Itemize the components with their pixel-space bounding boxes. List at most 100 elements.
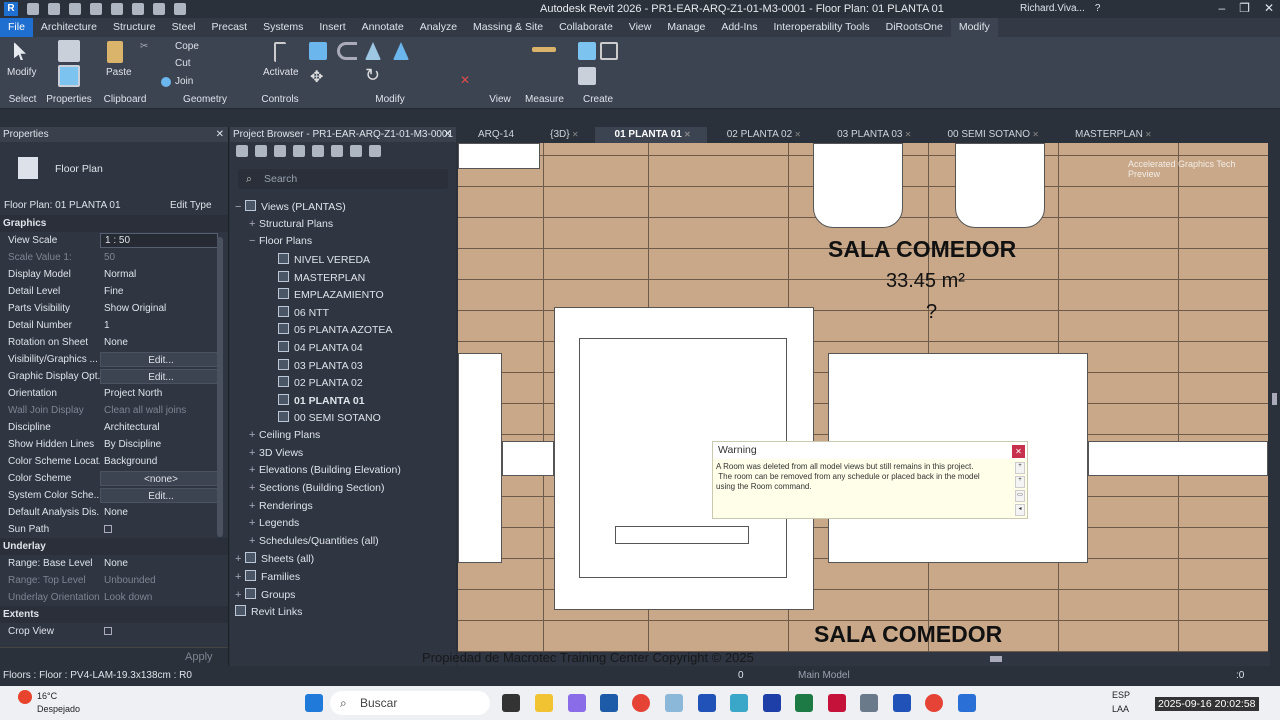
acrobat-icon[interactable] (828, 694, 846, 712)
tab-annotate[interactable]: Annotate (354, 18, 412, 37)
close-browser-icon[interactable]: ✕ (444, 127, 452, 142)
expand-icon[interactable]: + (249, 464, 259, 476)
zoom-fit-icon[interactable] (255, 145, 267, 157)
tree-plan-item[interactable]: 01 PLANTA 01 (278, 393, 365, 407)
property-value[interactable]: Unbounded (100, 572, 228, 589)
clock[interactable]: 2025-09-16 20:02:58 (1155, 697, 1259, 711)
expand-icon[interactable]: + (249, 482, 259, 494)
property-value[interactable]: None (100, 504, 228, 521)
offset-icon[interactable] (337, 42, 357, 60)
list-icon[interactable] (312, 145, 324, 157)
schedule-icon[interactable] (293, 145, 305, 157)
tree-plan-item[interactable]: NIVEL VEREDA (278, 253, 370, 266)
sheet-icon[interactable] (274, 145, 286, 157)
tab-interoperability-tools[interactable]: Interoperability Tools (766, 18, 878, 37)
tree-plan-item[interactable]: 06 NTT (278, 305, 329, 319)
tree-category-item[interactable]: + Schedules/Quantities (all) (249, 535, 379, 547)
property-value[interactable]: By Discipline (100, 436, 228, 453)
property-value[interactable]: Edit... (100, 352, 218, 367)
close-tab-icon[interactable]: ✕ (1143, 130, 1152, 139)
tab-add-ins[interactable]: Add-Ins (713, 18, 765, 37)
language-indicator[interactable]: ESP (1112, 690, 1130, 700)
edit-type-button[interactable]: Edit Type (170, 196, 212, 215)
tab-massing-site[interactable]: Massing & Site (465, 18, 551, 37)
modify-button[interactable]: Modify (7, 67, 36, 78)
measure-icon[interactable] (532, 47, 556, 52)
revit-taskbar-icon[interactable] (698, 694, 716, 712)
close-tab-icon[interactable]: ✕ (792, 130, 801, 139)
apply-button[interactable]: Apply (185, 651, 213, 663)
mirror-draw-icon[interactable] (393, 42, 409, 60)
activate-icon[interactable] (274, 42, 286, 62)
expand-icon[interactable]: + (249, 517, 259, 529)
expand-icon[interactable]: + (235, 553, 245, 565)
close-properties-icon[interactable]: ✕ (216, 127, 224, 142)
room-name-tag[interactable]: SALA COMEDOR (828, 236, 1016, 263)
tab-analyze[interactable]: Analyze (412, 18, 465, 37)
store-icon[interactable] (600, 694, 618, 712)
tree-category-item[interactable]: +3D Views (249, 447, 303, 459)
tree-plan-item[interactable]: MASTERPLAN (278, 270, 365, 284)
property-value[interactable]: 1 (100, 317, 228, 334)
properties-icon[interactable] (58, 65, 80, 87)
property-value[interactable] (100, 623, 228, 640)
tab-insert[interactable]: Insert (311, 18, 353, 37)
properties-scrollbar[interactable] (217, 237, 223, 537)
view-icon[interactable] (350, 145, 362, 157)
tree-plan-item[interactable]: 03 PLANTA 03 (278, 358, 363, 372)
view-tab[interactable]: 03 PLANTA 03 ✕ (817, 127, 927, 143)
tree-structural-plans[interactable]: + Structural Plans (249, 218, 333, 230)
taskbar-search[interactable]: ⌕ Buscar (330, 691, 490, 715)
user-account[interactable]: Richard.Viva... (1020, 3, 1085, 14)
property-value[interactable]: 50 (100, 249, 228, 266)
checkbox[interactable] (104, 525, 112, 533)
tab-steel[interactable]: Steel (164, 18, 204, 37)
tab-architecture[interactable]: Architecture (33, 18, 105, 37)
tab-file[interactable]: File (0, 18, 33, 37)
join-button[interactable]: Join (175, 76, 193, 87)
copilot-icon[interactable] (568, 694, 586, 712)
redo-icon[interactable] (90, 3, 102, 15)
explorer-icon[interactable] (535, 694, 553, 712)
section-graphics[interactable]: Graphics (0, 215, 228, 232)
tree-category-item[interactable]: + Groups (235, 588, 295, 601)
room-area-tag[interactable]: 33.45 m² (886, 270, 965, 293)
property-value[interactable]: Normal (100, 266, 228, 283)
expand-icon[interactable]: + (235, 571, 245, 583)
next-icon[interactable]: + (1015, 476, 1025, 488)
view-tab[interactable]: MASTERPLAN ✕ (1055, 127, 1168, 143)
paste-button[interactable]: Paste (106, 67, 132, 78)
view-tab[interactable]: 02 PLANTA 02 ✕ (707, 127, 817, 143)
create-group-icon[interactable] (578, 42, 596, 60)
drawing-canvas[interactable]: SALA COMEDOR 33.45 m² ? Accelerated Grap… (458, 143, 1268, 652)
keyboard-layout[interactable]: LAA (1112, 704, 1129, 714)
help-icon[interactable]: ? (1095, 3, 1101, 14)
expand-icon[interactable]: + (249, 535, 259, 547)
calculator-icon[interactable] (860, 694, 878, 712)
start-icon[interactable] (305, 694, 323, 712)
open-icon[interactable] (27, 3, 39, 15)
expand-icon[interactable]: + (249, 447, 259, 459)
tree-plan-item[interactable]: 05 PLANTA AZOTEA (278, 323, 392, 336)
save-view-icon[interactable] (331, 145, 343, 157)
warning-close-button[interactable]: ✕ (1012, 445, 1025, 458)
type-properties-icon[interactable] (58, 40, 80, 62)
section-extents[interactable]: Extents (0, 606, 228, 623)
zoom-icon[interactable] (958, 694, 976, 712)
tree-category-item[interactable]: Revit Links (235, 605, 302, 618)
app-icon[interactable] (730, 694, 748, 712)
close-tab-icon[interactable]: ✕ (903, 130, 912, 139)
view-tab[interactable]: ARQ-14 (458, 127, 530, 143)
room-unknown-tag[interactable]: ? (926, 301, 937, 324)
switch-windows-icon[interactable] (174, 3, 186, 15)
delete-icon[interactable]: ✕ (460, 73, 470, 87)
export-icon[interactable]: ▭ (1015, 490, 1025, 502)
excel-icon[interactable] (795, 694, 813, 712)
property-value[interactable]: Edit... (100, 369, 218, 384)
expand-icon[interactable]: + (249, 429, 259, 441)
print-icon[interactable] (111, 3, 123, 15)
tab-structure[interactable]: Structure (105, 18, 164, 37)
property-value[interactable]: <none> (100, 471, 218, 486)
notepad-icon[interactable] (665, 694, 683, 712)
view-tab[interactable]: {3D} ✕ (530, 127, 594, 143)
